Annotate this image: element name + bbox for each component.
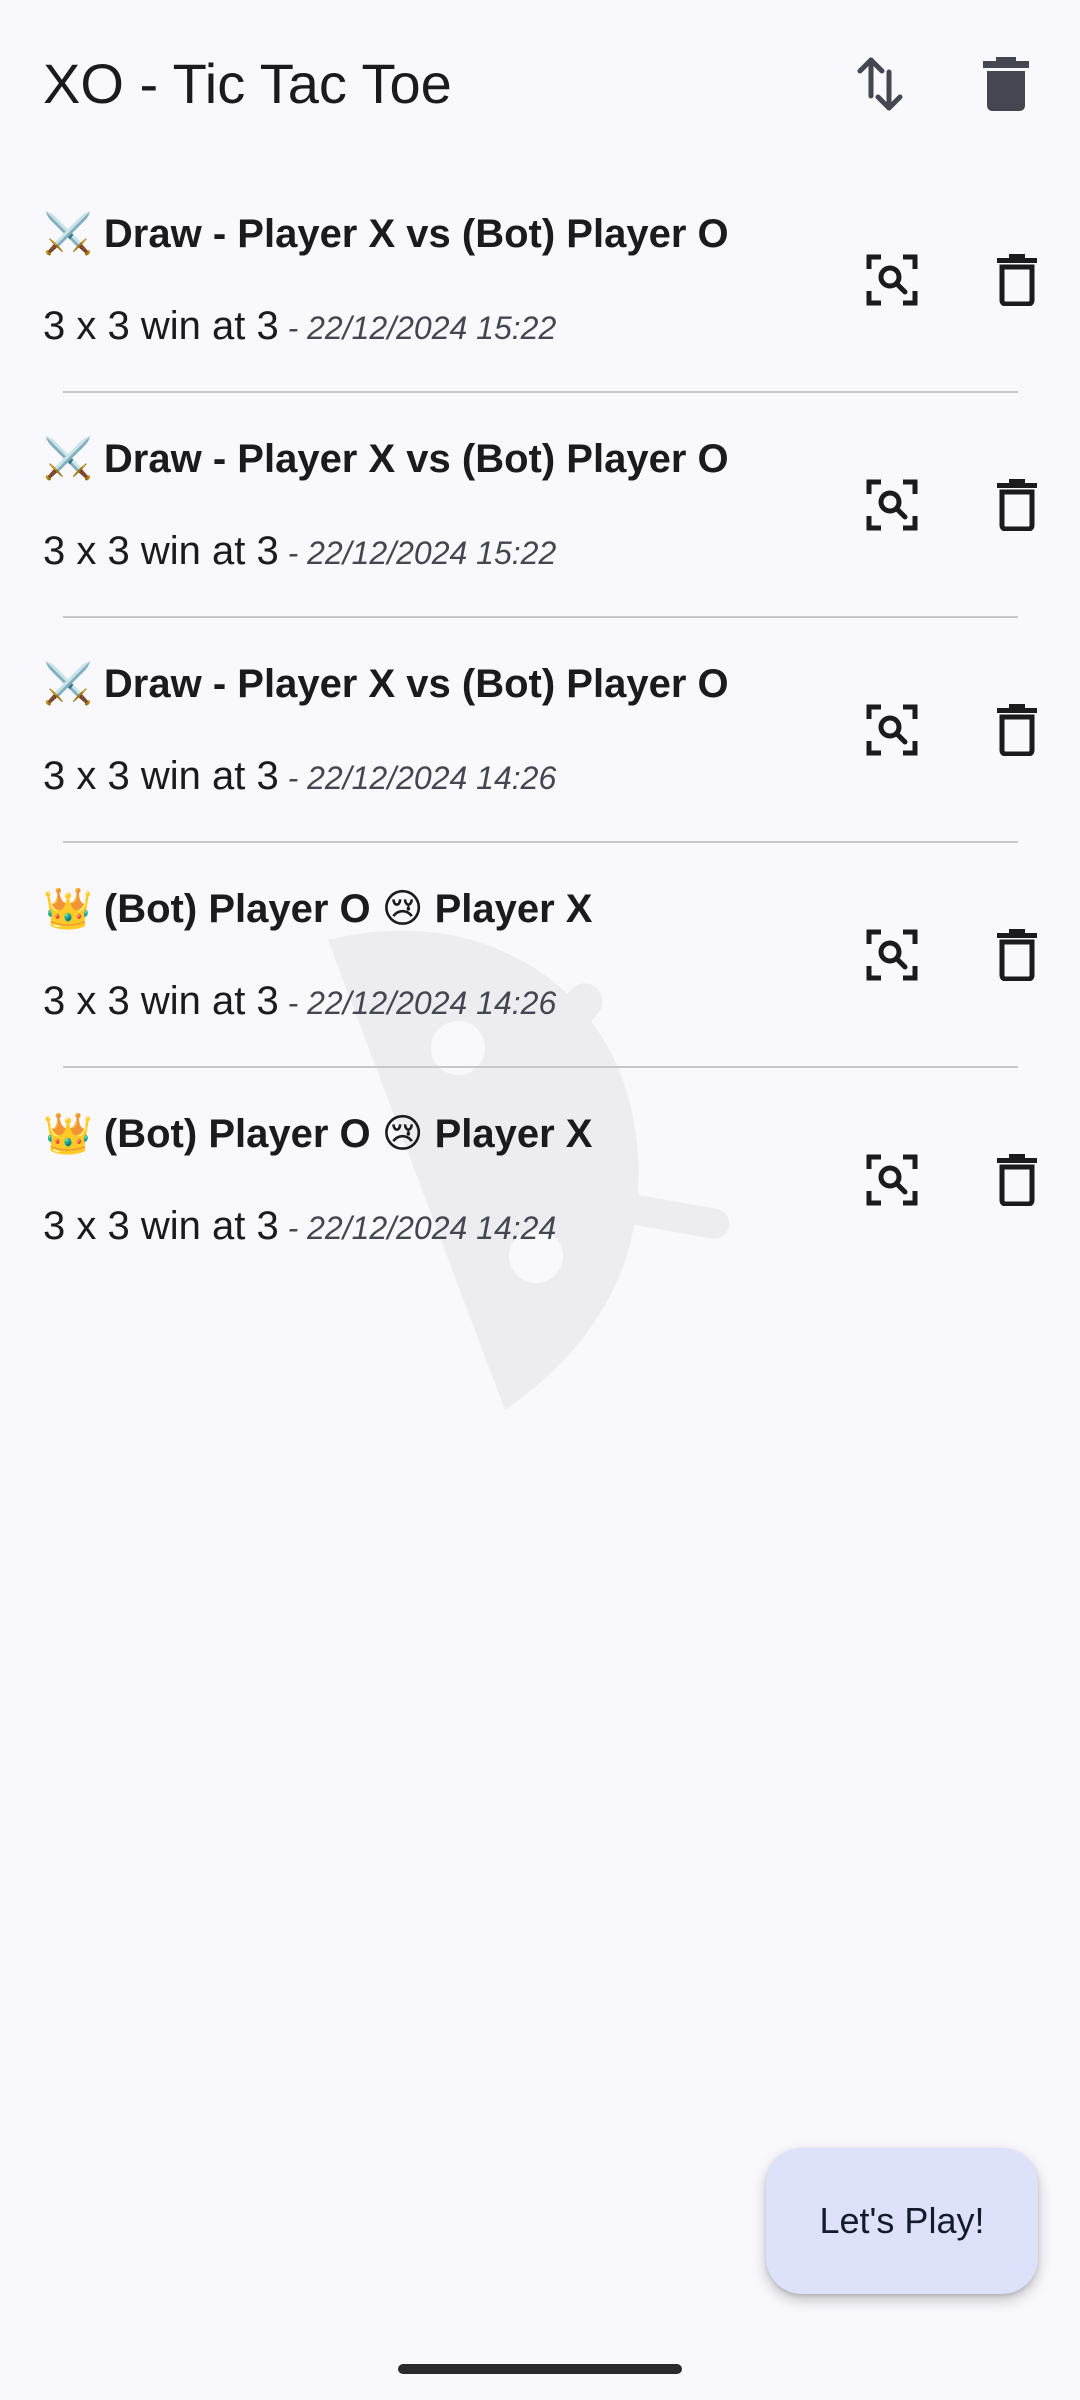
delete-game-button[interactable] (975, 913, 1059, 997)
zoom-search-icon (866, 1154, 918, 1206)
zoom-search-icon (866, 479, 918, 531)
zoom-search-icon (866, 929, 918, 981)
item-board-size: 3 x 3 win at 3 (43, 529, 279, 573)
delete-game-button[interactable] (975, 463, 1059, 547)
delete-outline-icon (997, 704, 1037, 756)
delete-game-button[interactable] (975, 1138, 1059, 1222)
lets-play-button[interactable]: Let's Play! (766, 2148, 1038, 2294)
game-history-list: ⚔️ Draw - Player X vs (Bot) Player O 3 x… (0, 168, 1080, 1293)
item-title: ⚔️ Draw - Player X vs (Bot) Player O (43, 437, 729, 481)
item-date: - 22/12/2024 15:22 (278, 310, 557, 346)
sort-button[interactable] (838, 42, 922, 126)
item-board-size: 3 x 3 win at 3 (43, 754, 279, 798)
list-item: 👑 (Bot) Player O 😢 Player X 3 x 3 win at… (0, 1068, 1080, 1293)
item-board-size: 3 x 3 win at 3 (43, 1204, 279, 1248)
gesture-navigation-bar[interactable] (398, 2364, 682, 2374)
item-title: ⚔️ Draw - Player X vs (Bot) Player O (43, 662, 729, 706)
app-title: XO - Tic Tac Toe (43, 52, 452, 115)
item-subtitle: 3 x 3 win at 3 - 22/12/2024 14:26 (43, 973, 556, 1038)
delete-filled-icon (983, 57, 1029, 111)
item-date: - 22/12/2024 14:26 (278, 760, 557, 796)
list-item: ⚔️ Draw - Player X vs (Bot) Player O 3 x… (0, 168, 1080, 393)
item-title: ⚔️ Draw - Player X vs (Bot) Player O (43, 212, 729, 256)
delete-game-button[interactable] (975, 688, 1059, 772)
view-game-button[interactable] (850, 913, 934, 997)
item-subtitle: 3 x 3 win at 3 - 22/12/2024 14:24 (43, 1198, 556, 1263)
list-item: ⚔️ Draw - Player X vs (Bot) Player O 3 x… (0, 618, 1080, 843)
item-board-size: 3 x 3 win at 3 (43, 979, 279, 1023)
item-board-size: 3 x 3 win at 3 (43, 304, 279, 348)
zoom-search-icon (866, 254, 918, 306)
delete-outline-icon (997, 929, 1037, 981)
delete-game-button[interactable] (975, 238, 1059, 322)
view-game-button[interactable] (850, 238, 934, 322)
view-game-button[interactable] (850, 1138, 934, 1222)
delete-outline-icon (997, 254, 1037, 306)
swap-vertical-icon (857, 57, 903, 111)
item-subtitle: 3 x 3 win at 3 - 22/12/2024 14:26 (43, 748, 556, 813)
list-item: ⚔️ Draw - Player X vs (Bot) Player O 3 x… (0, 393, 1080, 618)
item-subtitle: 3 x 3 win at 3 - 22/12/2024 15:22 (43, 298, 556, 363)
item-subtitle: 3 x 3 win at 3 - 22/12/2024 15:22 (43, 523, 556, 588)
view-game-button[interactable] (850, 688, 934, 772)
item-title: 👑 (Bot) Player O 😢 Player X (43, 1112, 593, 1156)
top-app-bar: XO - Tic Tac Toe (0, 0, 1080, 168)
item-date: - 22/12/2024 14:24 (278, 1210, 557, 1246)
item-title: 👑 (Bot) Player O 😢 Player X (43, 887, 593, 931)
view-game-button[interactable] (850, 463, 934, 547)
zoom-search-icon (866, 704, 918, 756)
item-date: - 22/12/2024 14:26 (278, 985, 557, 1021)
list-item: 👑 (Bot) Player O 😢 Player X 3 x 3 win at… (0, 843, 1080, 1068)
delete-outline-icon (997, 1154, 1037, 1206)
item-date: - 22/12/2024 15:22 (278, 535, 557, 571)
delete-all-button[interactable] (964, 42, 1048, 126)
delete-outline-icon (997, 479, 1037, 531)
